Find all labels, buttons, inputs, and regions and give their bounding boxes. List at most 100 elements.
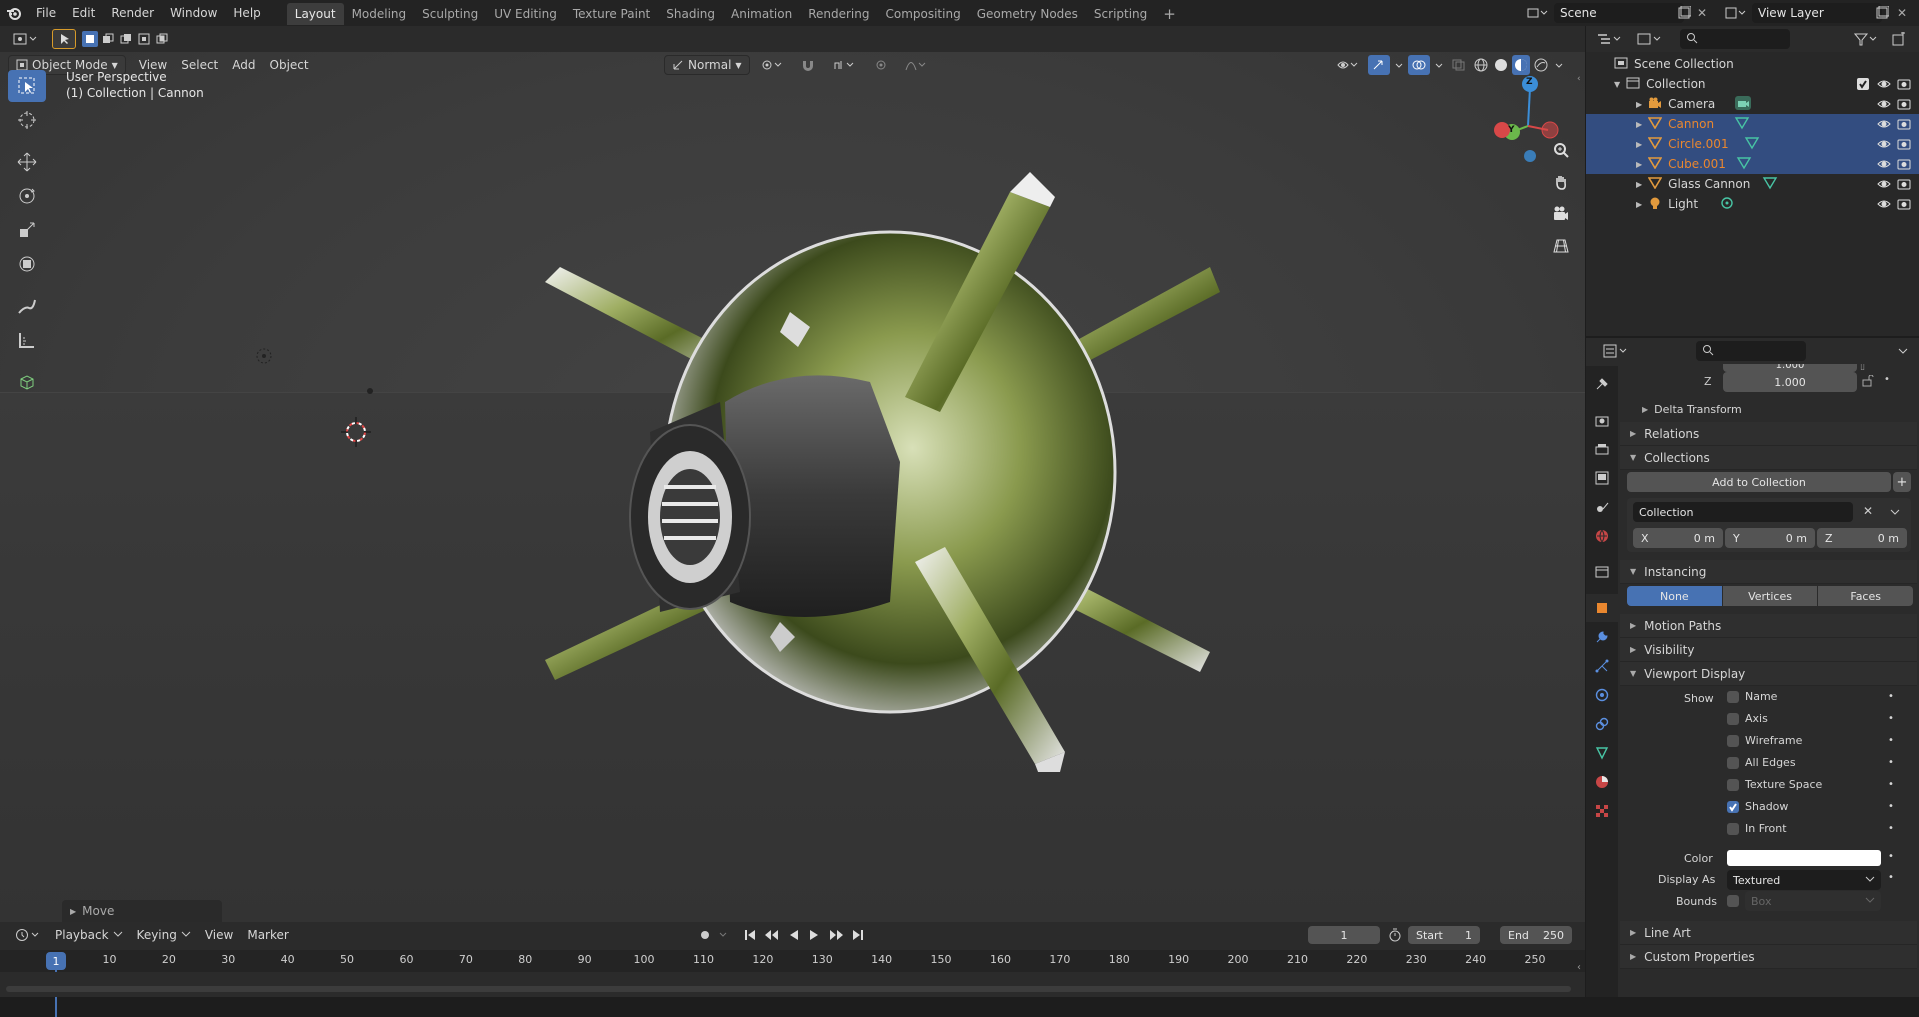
delta-transform-subpanel[interactable]: ▶ Delta Transform (1620, 398, 1917, 420)
relations-panel[interactable]: ▶ Relations (1620, 422, 1917, 446)
tab-sculpting[interactable]: Sculpting (414, 3, 486, 25)
select-intersect-icon[interactable] (154, 31, 170, 47)
new-collection-icon[interactable] (1885, 29, 1913, 49)
world-tab-icon[interactable] (1588, 522, 1616, 550)
solid-shading-icon[interactable] (1492, 55, 1510, 75)
collection-tab-icon[interactable] (1588, 558, 1616, 586)
camera-render-icon[interactable] (1897, 197, 1911, 214)
unlock-icon[interactable] (1862, 374, 1874, 390)
render-tab-icon[interactable] (1588, 406, 1616, 434)
tab-texture-paint[interactable]: Texture Paint (565, 3, 658, 25)
stopwatch-icon[interactable] (1388, 928, 1402, 945)
jump-keyframe-forward-icon[interactable] (825, 925, 847, 945)
camera-view-icon[interactable] (1547, 200, 1575, 228)
scale-z-field[interactable]: 1.000 (1723, 372, 1857, 392)
material-preview-shading-icon[interactable] (1512, 55, 1530, 75)
mesh-data-icon[interactable] (1736, 156, 1752, 173)
menu-render[interactable]: Render (103, 0, 162, 26)
light-data-icon[interactable] (1720, 196, 1734, 213)
view-layer-tab-icon[interactable] (1588, 464, 1616, 492)
show-all-edges-checkbox[interactable]: All Edges (1727, 756, 1796, 769)
keyframe-dot-icon[interactable]: • (1888, 757, 1894, 768)
outliner-row-circle001[interactable]: ▶ Circle.001 (1586, 134, 1919, 154)
keyframe-dot-icon[interactable]: • (1888, 851, 1894, 862)
viewport-menu-object[interactable]: Object (263, 55, 316, 75)
add-collection-plus-button[interactable]: + (1893, 472, 1911, 492)
3d-cursor-icon[interactable] (339, 415, 373, 449)
last-operator-panel[interactable]: ▶ Move (62, 900, 222, 922)
expand-right-icon[interactable]: ▶ (1636, 180, 1642, 189)
tab-layout[interactable]: Layout (286, 3, 344, 25)
bounds-checkbox[interactable] (1727, 895, 1739, 907)
instancing-none-button[interactable]: None (1627, 586, 1722, 606)
timeline-sidebar-toggle-icon[interactable]: ‹ (1577, 962, 1581, 973)
show-texture-space-checkbox[interactable]: Texture Space (1727, 778, 1822, 791)
collection-name-field[interactable]: Collection (1633, 502, 1853, 522)
instancing-vertices-button[interactable]: Vertices (1722, 586, 1818, 606)
collection-row[interactable]: ▼ Collection (1586, 74, 1919, 94)
tab-shading[interactable]: Shading (658, 3, 723, 25)
overlays-dropdown-icon[interactable] (1432, 55, 1446, 75)
properties-editor-type-icon[interactable] (1596, 341, 1636, 361)
mesh-data-icon[interactable] (1734, 116, 1750, 133)
tab-compositing[interactable]: Compositing (877, 3, 968, 25)
snap-toggle-icon[interactable] (794, 55, 822, 75)
instancing-faces-button[interactable]: Faces (1818, 586, 1914, 606)
cursor-tool-icon[interactable] (8, 104, 46, 136)
gizmo-dropdown-icon[interactable] (1392, 55, 1406, 75)
eye-icon[interactable] (1877, 117, 1891, 134)
end-frame-field[interactable]: End 250 (1500, 926, 1572, 944)
outliner-search-input[interactable] (1680, 29, 1790, 49)
auto-keying-icon[interactable] (695, 925, 715, 945)
scene-name-field[interactable]: Scene (1554, 3, 1684, 23)
jump-keyframe-back-icon[interactable] (761, 925, 783, 945)
select-tool-icon[interactable] (52, 29, 76, 49)
viewport-display-panel[interactable]: ▼ Viewport Display (1620, 662, 1917, 686)
show-shadow-checkbox[interactable]: Shadow (1727, 800, 1788, 813)
cannon-model[interactable] (540, 132, 1240, 772)
expand-right-icon[interactable]: ▶ (1636, 160, 1642, 169)
play-icon[interactable] (805, 925, 823, 945)
new-view-layer-icon[interactable] (1874, 5, 1890, 21)
expand-down-icon[interactable]: ▼ (1614, 80, 1620, 89)
camera-data-icon[interactable] (1734, 95, 1752, 114)
camera-render-icon[interactable] (1897, 137, 1911, 154)
select-extend-icon[interactable] (100, 31, 116, 47)
camera-render-icon[interactable] (1897, 97, 1911, 114)
timeline-menu-view[interactable]: View (198, 925, 240, 945)
eye-icon[interactable] (1877, 157, 1891, 174)
scale-tool-icon[interactable] (8, 214, 46, 246)
visibility-selectability-icon[interactable] (1330, 55, 1366, 75)
proportional-edit-icon[interactable] (868, 55, 894, 75)
camera-render-icon[interactable] (1897, 117, 1911, 134)
motion-paths-panel[interactable]: ▶ Motion Paths (1620, 614, 1917, 638)
move-tool-icon[interactable] (8, 146, 46, 178)
gizmo-toggle-icon[interactable] (1368, 55, 1390, 75)
tab-modeling[interactable]: Modeling (344, 3, 415, 25)
play-reverse-icon[interactable] (785, 925, 803, 945)
show-name-checkbox[interactable]: Name (1727, 690, 1777, 703)
scene-tab-icon[interactable] (1588, 493, 1616, 521)
particles-tab-icon[interactable] (1588, 652, 1616, 680)
add-cube-tool-icon[interactable] (8, 366, 46, 398)
tool-tab-icon[interactable] (1588, 370, 1616, 398)
rotate-tool-icon[interactable] (8, 180, 46, 212)
offset-y-field[interactable]: Y 0 m (1725, 528, 1815, 548)
expand-right-icon[interactable]: ▶ (1636, 200, 1642, 209)
scene-selector-icon[interactable] (1522, 3, 1552, 23)
xray-toggle-icon[interactable] (1448, 55, 1470, 75)
offset-z-field[interactable]: Z 0 m (1817, 528, 1907, 548)
line-art-panel[interactable]: ▶ Line Art (1620, 921, 1917, 945)
bounds-dropdown[interactable]: Box (1745, 891, 1881, 911)
sidebar-toggle-icon[interactable]: ‹ (1577, 74, 1585, 86)
tab-geometry-nodes[interactable]: Geometry Nodes (969, 3, 1086, 25)
wireframe-shading-icon[interactable] (1472, 55, 1490, 75)
collections-panel[interactable]: ▼ Collections (1620, 446, 1917, 470)
view-layer-field[interactable]: View Layer (1752, 3, 1882, 23)
properties-search-input[interactable] (1696, 341, 1806, 361)
show-wireframe-checkbox[interactable]: Wireframe (1727, 734, 1802, 747)
mesh-data-icon[interactable] (1744, 136, 1760, 153)
menu-window[interactable]: Window (162, 0, 225, 26)
frame-ruler[interactable]: 1 10 20 30 40 50 60 70 80 90 100 110 120 130 140 150 160… (0, 950, 1585, 1017)
camera-render-icon[interactable] (1897, 77, 1911, 94)
